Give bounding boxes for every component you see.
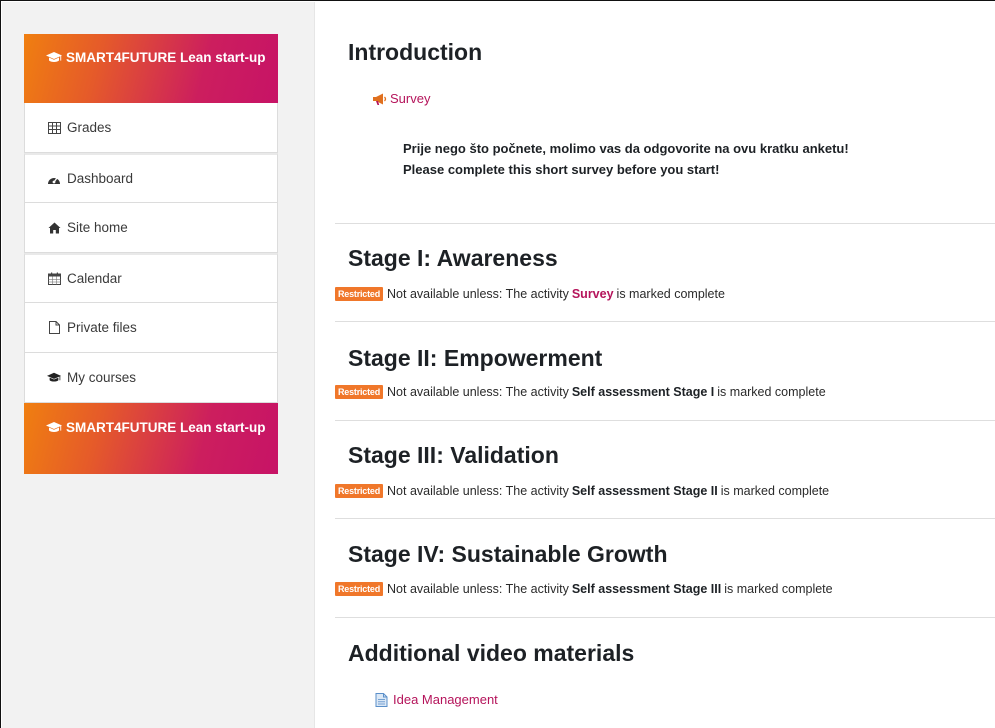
sidebar-course-header-bottom[interactable]: SMART4FUTURE Lean start-up <box>24 403 278 474</box>
idea-management-link-label: Idea Management <box>393 692 498 707</box>
restriction-text-end: is marked complete <box>717 385 826 399</box>
sidebar-nav: SMART4FUTURE Lean start-up Grades Dashbo… <box>24 34 278 474</box>
section-stage-3: Stage III: Validation <box>335 442 995 469</box>
sidebar-item-private-files[interactable]: Private files <box>24 303 278 353</box>
section-stage-4: Stage IV: Sustainable Growth <box>335 541 995 568</box>
sidebar-item-label: Site home <box>67 220 128 235</box>
section-divider <box>335 420 995 421</box>
section-title: Additional video materials <box>348 640 635 666</box>
restriction-text-end: is marked complete <box>724 582 833 596</box>
table-icon <box>47 121 61 135</box>
restriction-text: Not available unless: The activity <box>387 385 569 399</box>
sidebar-item-dashboard[interactable]: Dashboard <box>24 153 278 203</box>
section-title: Stage IV: Sustainable Growth <box>348 541 668 567</box>
graduation-cap-icon <box>46 422 62 432</box>
sidebar-item-site-home[interactable]: Site home <box>24 203 278 253</box>
restriction-text-end: is marked complete <box>720 484 830 498</box>
survey-link-label: Survey <box>390 91 431 106</box>
restriction-text-end: is marked complete <box>616 287 725 301</box>
restricted-badge: Restricted <box>335 385 384 399</box>
restricted-badge: Restricted <box>335 287 384 301</box>
section-video-materials: Additional video materials <box>335 640 995 667</box>
section-divider <box>335 518 995 519</box>
section-title: Stage III: Validation <box>348 442 559 468</box>
sidebar-item-calendar[interactable]: Calendar <box>24 253 278 303</box>
sidebar-item-label: My courses <box>67 370 137 385</box>
section-divider <box>335 617 995 618</box>
megaphone-icon <box>372 92 388 106</box>
sidebar-item-label: Dashboard <box>67 171 134 186</box>
restriction-activity-link[interactable]: Survey <box>572 287 614 301</box>
file-icon <box>47 321 61 335</box>
section-stage-2: Stage II: Empowerment <box>335 345 995 372</box>
idea-management-link[interactable]: Idea Management <box>375 692 995 707</box>
description-line-2: Please complete this short survey before… <box>403 162 720 177</box>
sidebar-item-my-courses[interactable]: My courses <box>24 353 278 403</box>
sidebar-course-header-bottom-label: SMART4FUTURE Lean start-up <box>66 420 266 435</box>
sidebar-item-label: Private files <box>67 320 137 335</box>
calendar-icon <box>47 272 61 286</box>
section-divider <box>335 223 995 224</box>
graduation-cap-icon <box>47 371 61 385</box>
restriction-activity-name: Self assessment Stage II <box>571 484 718 498</box>
restriction-text: Not available unless: The activity <box>387 484 569 498</box>
section-divider <box>335 321 995 322</box>
page-icon <box>375 692 391 707</box>
restriction-text: Not available unless: The activity <box>387 582 569 596</box>
restriction-activity-name: Self assessment Stage III <box>571 582 722 596</box>
survey-link[interactable]: Survey <box>372 91 995 106</box>
home-icon <box>47 221 61 235</box>
description-line-1: Prije nego što počnete, molimo vas da od… <box>403 141 849 156</box>
dashboard-icon <box>47 172 61 186</box>
introduction-description: Prije nego što počnete, molimo vas da od… <box>335 138 995 180</box>
section-introduction: Introduction <box>335 39 995 66</box>
restriction-activity-name: Self assessment Stage I <box>571 385 715 399</box>
graduation-cap-icon <box>46 52 62 62</box>
restricted-badge: Restricted <box>335 582 384 596</box>
activity-survey[interactable]: Survey <box>335 91 995 106</box>
stage-1-restriction: Restricted Not available unless: The act… <box>335 287 995 301</box>
stage-4-restriction: Restricted Not available unless: The act… <box>335 582 995 596</box>
section-title: Stage II: Empowerment <box>348 345 603 371</box>
page-frame: SMART4FUTURE Lean start-up Grades Dashbo… <box>0 0 995 728</box>
sidebar-item-label: Grades <box>67 120 112 135</box>
stage-2-restriction: Restricted Not available unless: The act… <box>335 385 995 399</box>
sidebar-course-header-top-label: SMART4FUTURE Lean start-up <box>66 50 266 65</box>
section-title: Stage I: Awareness <box>348 245 558 271</box>
section-stage-1: Stage I: Awareness <box>335 245 995 272</box>
sidebar-course-header-top[interactable]: SMART4FUTURE Lean start-up <box>24 34 278 103</box>
restriction-text: Not available unless: The activity <box>387 287 569 301</box>
restricted-badge: Restricted <box>335 484 384 498</box>
section-title: Introduction <box>348 39 483 65</box>
column-divider <box>314 2 315 728</box>
stage-3-restriction: Restricted Not available unless: The act… <box>335 484 995 498</box>
sidebar-item-grades[interactable]: Grades <box>24 103 278 153</box>
sidebar-item-label: Calendar <box>67 271 122 286</box>
activity-idea-management[interactable]: Idea Management <box>335 692 995 707</box>
